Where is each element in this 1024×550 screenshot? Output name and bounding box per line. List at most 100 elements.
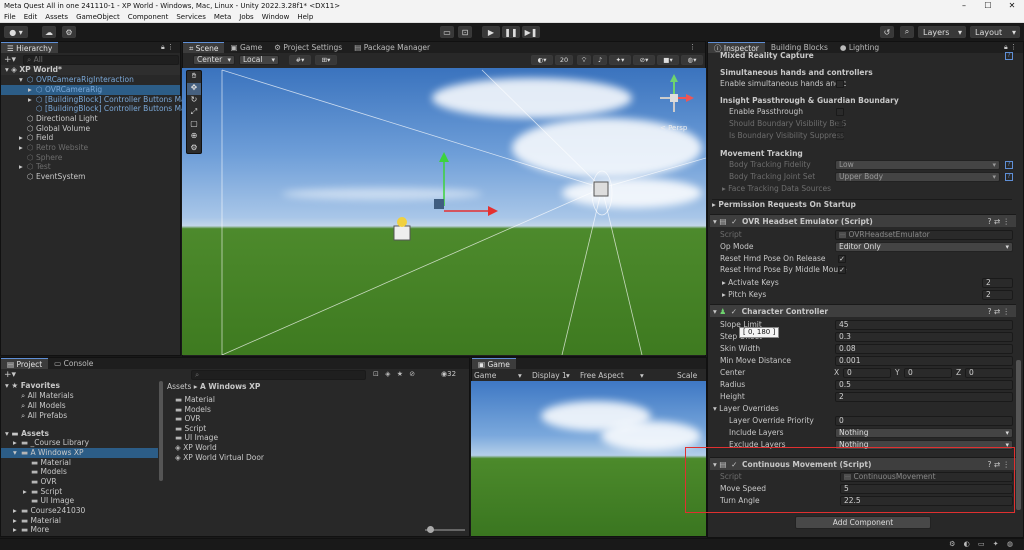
menu-services[interactable]: Services [172,13,210,21]
add-component-button[interactable]: Add Component [795,516,931,529]
increment-snap-button[interactable]: ⊞▾ [315,55,337,65]
step-offset-field[interactable]: 0.3 [835,332,1013,342]
activate-keys-size-field[interactable]: 2 [982,278,1013,288]
game-viewport[interactable] [471,381,706,536]
file-item[interactable]: ▬ Models [175,405,211,415]
rotate-tool-icon[interactable]: ↻ [187,95,201,107]
pivot-dropdown[interactable]: Center [193,55,235,65]
op-mode-dropdown[interactable]: Editor Only [835,242,1013,252]
cloud-button[interactable]: ☁ [42,26,56,38]
hierarchy-item[interactable]: ⬡ EventSystem [1,172,180,182]
file-item[interactable]: ▬ Script [175,424,206,434]
expand-arrow-icon[interactable]: ▸ [13,438,21,448]
hierarchy-item[interactable]: ▸ ⬡ Field [1,133,180,143]
project-folder-item[interactable]: ▬ UI Image [1,496,158,506]
help-icon[interactable]: ? [1005,161,1013,169]
help-icon[interactable]: ? [1005,173,1013,181]
expand-arrow-icon[interactable]: ▸ [13,506,21,516]
menu-meta[interactable]: Meta [210,13,235,21]
account-button[interactable]: ● ▾ [4,26,28,38]
close-icon[interactable]: ✕ [1000,0,1024,12]
project-filter-icons[interactable]: ⊡ ◈ ★ ⊘ [373,370,417,378]
tab-package-manager[interactable]: ▤ Package Manager [348,42,436,53]
tab-project[interactable]: ▤ Project [1,358,49,369]
hierarchy-item[interactable]: ▸ ⬡ Retro Website [1,143,180,153]
minimize-icon[interactable]: – [952,0,976,12]
boundary-visibility-checkbox[interactable] [836,120,844,128]
component-menu-icons[interactable]: ? ⇄ ⋮ [987,305,1010,318]
effects-toggle[interactable]: ✦▾ [609,55,631,65]
expand-arrow-icon[interactable]: ▾ [13,448,21,458]
hierarchy-item[interactable]: ⬡ [BuildingBlock] Controller Buttons Ma [1,104,186,114]
history-button[interactable]: ↺ [880,26,894,38]
hierarchy-item[interactable]: ⬡ Directional Light [1,114,180,124]
status-icons[interactable]: ⚙ ◐ ▭ ✦ ◍ [949,540,1016,548]
transform-tool-icon[interactable]: ⊕ [187,131,201,143]
slope-limit-field[interactable]: 45 [835,320,1013,330]
character-controller-header[interactable]: ▾ ♟ ✓ Character Controller ? ⇄ ⋮ [710,304,1016,317]
enable-passthrough-checkbox[interactable] [836,108,844,116]
menu-file[interactable]: File [0,13,20,21]
game-mode-dropdown[interactable]: Game [474,371,496,380]
body-fidelity-dropdown[interactable]: Low [835,160,1000,170]
rect-tool-icon[interactable]: ▢ [187,119,201,131]
layers-dropdown[interactable]: Layers ▾ [918,26,966,38]
icon-size-slider-handle[interactable] [427,526,434,533]
menu-edit[interactable]: Edit [20,13,42,21]
project-folder-item[interactable]: ▬ OVR [1,477,158,487]
pitch-keys-foldout[interactable]: ▸ Pitch Keys [722,290,766,300]
activate-keys-foldout[interactable]: ▸ Activate Keys [722,278,779,288]
favorite-item[interactable]: ⌕ All Materials [21,391,74,401]
height-field[interactable]: 2 [835,392,1013,402]
audio-toggle[interactable]: ♪ [593,55,607,65]
hidden-packages-count[interactable]: ◉32 [441,370,456,378]
layout-dropdown[interactable]: Layout ▾ [970,26,1020,38]
menu-assets[interactable]: Assets [41,13,72,21]
permission-requests-foldout[interactable]: ▸ Permission Requests On Startup [712,199,1012,209]
scene-root-row[interactable]: ▾ ◈ XP World* [1,65,180,75]
maximize-icon[interactable]: ☐ [976,0,1000,12]
hierarchy-item[interactable]: ▸ ⬡ Test [1,162,180,172]
step-button[interactable]: ▶❚ [522,26,540,38]
file-item[interactable]: ▬ UI Image [175,433,218,443]
tab-game[interactable]: ▣ Game [224,42,268,53]
expand-arrow-icon[interactable]: ▸ [28,85,36,95]
lighting-toggle[interactable]: 💡︎ [577,55,591,65]
play-button[interactable]: ▶ [482,26,500,38]
layer-overrides-foldout[interactable]: ▾ Layer Overrides [713,404,779,414]
expand-arrow-icon[interactable]: ▸ [19,143,27,153]
layer-priority-field[interactable]: 0 [835,416,1013,426]
project-search-input[interactable]: ⌕ [191,370,366,380]
breadcrumb-current[interactable]: A Windows XP [200,382,260,391]
body-joint-set-dropdown[interactable]: Upper Body [835,172,1000,182]
file-item[interactable]: ▬ OVR [175,414,201,424]
tab-console[interactable]: ▭ Console [48,358,99,369]
tree-scrollbar[interactable] [159,381,163,481]
more-options-icon[interactable]: ⋮ [689,43,696,51]
pause-button[interactable]: ❚❚ [502,26,520,38]
move-tool-icon[interactable]: ✥ [187,83,201,95]
ovr-emulator-header[interactable]: ▾ ▤ ✓ OVR Headset Emulator (Script) ? ⇄ … [710,214,1016,227]
file-item[interactable]: ▬ Material [175,395,215,405]
reset-middle-checkbox[interactable]: ✓ [838,266,846,274]
boundary-suppressed-checkbox[interactable] [836,132,844,140]
center-z-field[interactable]: 0 [965,368,1013,378]
project-folder-item[interactable]: ▸ ▬ Course241030 [1,506,158,516]
lock-icon[interactable]: 🔒︎ ⋮ [1004,43,1017,52]
pitch-keys-size-field[interactable]: 2 [982,290,1013,300]
menu-gameobject[interactable]: GameObject [72,13,124,21]
expand-arrow-icon[interactable]: ▸ [13,525,21,535]
scale-tool-icon[interactable]: ⤢ [187,107,201,119]
tab-scene[interactable]: ⌗ Scene [183,42,225,53]
camera-settings-button[interactable]: ■▾ [657,55,679,65]
file-item[interactable]: ◈ XP World [175,443,217,453]
breadcrumb-assets[interactable]: Assets [167,382,191,391]
file-item[interactable]: ◈ XP World Virtual Door [175,453,264,463]
tab-hierarchy[interactable]: ☰ Hierarchy [1,42,59,53]
display-dropdown[interactable]: Display 1 [532,371,567,380]
gizmos-button[interactable]: ◍▾ [681,55,703,65]
hierarchy-item[interactable]: ▾ ⬡ OVRCameraRigInteraction [1,75,180,85]
face-tracking-foldout[interactable]: ▸ Face Tracking Data Sources [722,184,831,194]
min-move-field[interactable]: 0.001 [835,356,1013,366]
expand-arrow-icon[interactable]: ▸ [19,133,27,143]
